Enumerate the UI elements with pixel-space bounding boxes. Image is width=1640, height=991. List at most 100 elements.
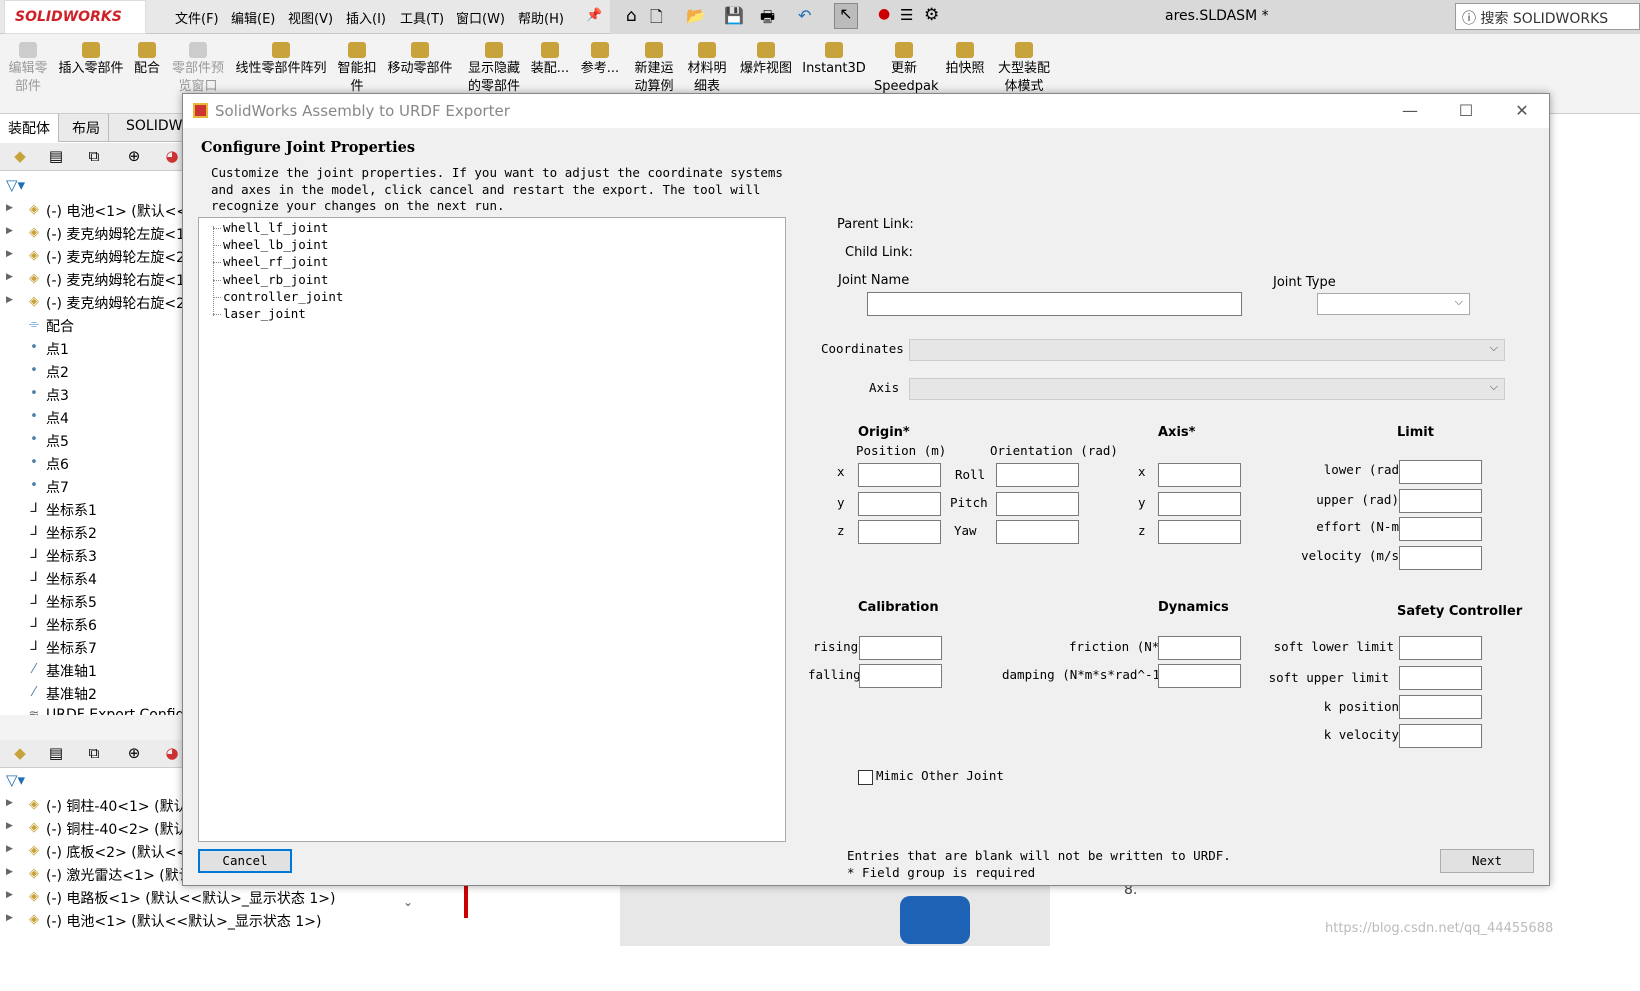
dimxpert-icon[interactable]: ⊕ <box>124 744 144 762</box>
ribbon-button[interactable]: 线性零部件阵列 <box>232 42 330 78</box>
limit-effort-input[interactable] <box>1399 517 1482 541</box>
yaw-input[interactable] <box>996 520 1079 544</box>
filter-icon[interactable]: ▽▾ <box>6 771 25 789</box>
expand-arrow-icon[interactable]: ▶ <box>6 272 13 282</box>
tree-item[interactable]: ▶ ◈ (-) 麦克纳姆轮右旋<1 <box>0 269 182 292</box>
feature-manager-icon[interactable]: ◆ <box>10 744 30 762</box>
select-icon[interactable]: ↖ <box>834 3 858 29</box>
rebuild-icon[interactable]: ● <box>878 6 890 22</box>
expand-arrow-icon[interactable]: ▶ <box>6 249 13 259</box>
damping-input[interactable] <box>1158 664 1241 688</box>
tree-item[interactable]: ⅃ 坐标系1 <box>0 499 182 522</box>
tree-item[interactable]: ⁄ 基准轴1 <box>0 660 182 683</box>
property-manager-icon[interactable]: ▤ <box>46 744 66 762</box>
joint-tree-item[interactable]: laser_joint <box>213 306 306 321</box>
print-icon[interactable]: 🖶 <box>760 6 775 33</box>
ribbon-button[interactable]: 爆炸视图 <box>736 42 796 78</box>
tree-item[interactable]: • 点6 <box>0 453 182 476</box>
axis-select[interactable]: ⌵ <box>909 378 1505 400</box>
tree-item[interactable]: ⅃ 坐标系4 <box>0 568 182 591</box>
display-manager-icon[interactable]: ◕ <box>162 744 182 762</box>
expand-arrow-icon[interactable]: ▶ <box>6 844 13 854</box>
menu-item[interactable]: 帮助(H) <box>518 8 564 27</box>
save-icon[interactable]: 💾 <box>724 6 744 25</box>
ribbon-button[interactable]: 新建运动算例 <box>630 42 678 96</box>
expand-arrow-icon[interactable]: ▶ <box>6 821 13 831</box>
tree-item[interactable]: ▶ ◈ (-) 电路板<1> (默认<<默认>_显示状态 1>) <box>0 887 400 910</box>
configuration-manager-icon[interactable]: ⧉ <box>84 744 104 762</box>
panel-splitter[interactable] <box>0 715 182 740</box>
feature-manager-icon[interactable]: ◆ <box>10 147 30 165</box>
tree-item[interactable]: ▶ ◈ (-) 麦克纳姆轮左旋<1 <box>0 223 182 246</box>
maximize-button[interactable]: ☐ <box>1443 98 1489 124</box>
joint-tree[interactable]: whell_lf_joint wheel_lb_joint wheel_rf_joi… <box>198 217 786 842</box>
tab-layout[interactable]: 布局 <box>64 114 109 142</box>
menu-item[interactable]: 窗口(W) <box>456 8 505 27</box>
joint-tree-item[interactable]: whell_lf_joint <box>212 220 328 235</box>
tree-item[interactable]: • 点1 <box>0 338 182 361</box>
tab-assembly[interactable]: 装配体 <box>0 114 59 142</box>
next-button[interactable]: Next <box>1440 849 1534 873</box>
tree-item[interactable]: • 点5 <box>0 430 182 453</box>
tree-item[interactable]: ≋URDF Export Config <box>0 706 182 715</box>
search-input[interactable]: ⓘ 搜索 SOLIDWORKS <box>1455 3 1640 30</box>
dimxpert-icon[interactable]: ⊕ <box>124 147 144 165</box>
expand-arrow-icon[interactable]: ▶ <box>6 867 13 877</box>
ribbon-button[interactable]: 显示隐藏的零部件 <box>462 42 526 96</box>
tree-item[interactable]: ⅃ 坐标系6 <box>0 614 182 637</box>
pitch-input[interactable] <box>996 492 1079 516</box>
friction-input[interactable] <box>1158 636 1241 660</box>
mimic-joint-checkbox[interactable] <box>858 770 873 785</box>
ribbon-button[interactable]: 装配... <box>530 42 570 78</box>
tree-item[interactable]: ⅃ 坐标系5 <box>0 591 182 614</box>
joint-type-select[interactable]: ⌵ <box>1317 293 1470 315</box>
origin-z-input[interactable] <box>858 520 941 544</box>
display-manager-icon[interactable]: ◕ <box>162 147 182 165</box>
expand-arrow-icon[interactable]: ▶ <box>6 913 13 923</box>
axis-y-input[interactable] <box>1158 492 1241 516</box>
ribbon-button[interactable]: 更新Speedpak <box>874 42 939 96</box>
menu-item[interactable]: 视图(V) <box>288 8 333 27</box>
coordinates-select[interactable]: ⌵ <box>909 339 1505 361</box>
expand-arrow-icon[interactable]: ▶ <box>6 798 13 808</box>
expand-arrow-icon[interactable]: ▶ <box>6 295 13 305</box>
ribbon-button[interactable]: 零部件预览窗口 <box>168 42 228 96</box>
ribbon-button[interactable]: 材料明细表 <box>684 42 730 96</box>
tree-item[interactable]: • 点4 <box>0 407 182 430</box>
tree-item[interactable]: ⅃ 坐标系7 <box>0 637 182 660</box>
origin-x-input[interactable] <box>858 463 941 487</box>
ribbon-button[interactable]: 拍快照 <box>942 42 988 78</box>
tree-item[interactable]: ▶ ◈ (-) 电池<1> (默认<<默认>_显示状态 1>) <box>0 910 400 933</box>
tree-item[interactable]: ⅃ 坐标系2 <box>0 522 182 545</box>
joint-tree-item[interactable]: wheel_rf_joint <box>212 254 328 269</box>
limit-upper-input[interactable] <box>1399 489 1482 513</box>
soft-lower-limit-input[interactable] <box>1399 636 1482 660</box>
tree-item[interactable]: ▶ ◈ (-) 麦克纳姆轮右旋<2 <box>0 292 182 315</box>
ribbon-button[interactable]: Instant3D <box>802 42 866 78</box>
limit-lower-input[interactable] <box>1399 460 1482 484</box>
pin-icon[interactable]: 📌 <box>586 8 602 23</box>
gear-icon[interactable]: ⚙ <box>924 5 939 25</box>
tree-item[interactable]: ⅃ 坐标系3 <box>0 545 182 568</box>
ribbon-button[interactable]: 插入零部件 <box>56 42 126 78</box>
soft-upper-limit-input[interactable] <box>1399 666 1482 690</box>
tree-scroll-down-icon[interactable]: ⌄ <box>403 895 417 945</box>
cancel-button[interactable]: Cancel <box>198 849 292 873</box>
undo-icon[interactable]: ↶ <box>798 6 811 25</box>
expand-arrow-icon[interactable]: ▶ <box>6 890 13 900</box>
axis-x-input[interactable] <box>1158 463 1241 487</box>
open-file-icon[interactable]: 📂 <box>686 6 706 25</box>
ribbon-button[interactable]: 编辑零部件 <box>6 42 50 96</box>
axis-z-input[interactable] <box>1158 520 1241 544</box>
falling-input[interactable] <box>859 664 942 688</box>
filter-icon[interactable]: ▽▾ <box>6 176 25 194</box>
joint-tree-item[interactable]: wheel_lb_joint <box>212 237 328 252</box>
roll-input[interactable] <box>996 463 1079 487</box>
ribbon-button[interactable]: 配合 <box>132 42 162 78</box>
close-button[interactable]: ✕ <box>1499 98 1545 124</box>
configuration-manager-icon[interactable]: ⧉ <box>84 147 104 165</box>
tree-item[interactable]: ▶ ◈ (-) 麦克纳姆轮左旋<2 <box>0 246 182 269</box>
rising-input[interactable] <box>859 636 942 660</box>
menu-item[interactable]: 工具(T) <box>400 8 444 27</box>
tree-item[interactable]: ⁄ 基准轴2 <box>0 683 182 706</box>
